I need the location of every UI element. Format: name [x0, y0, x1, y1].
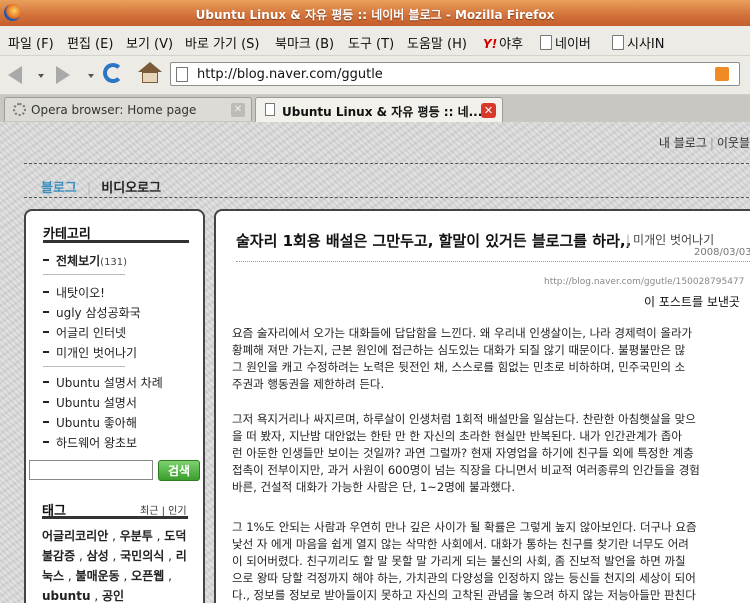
- tab-blog[interactable]: 블로그: [41, 181, 77, 196]
- post-title[interactable]: 술자리 1회용 배설은 그만두고, 할말이 있거든 블로그를 하라,,: [236, 230, 631, 251]
- category-item[interactable]: 내탓이오!: [43, 284, 105, 301]
- tag-link[interactable]: ubuntu: [42, 589, 91, 603]
- menu-view[interactable]: 보기 (V): [126, 33, 173, 52]
- forward-history-chevron-icon[interactable]: [88, 74, 94, 78]
- category-item[interactable]: Ubuntu 설명서 차례: [43, 374, 163, 391]
- site-page-icon: [176, 67, 188, 82]
- tabs-divider: [24, 197, 750, 198]
- category-item[interactable]: Ubuntu 설명서: [43, 394, 137, 411]
- menu-edit[interactable]: 편집 (E): [67, 33, 113, 52]
- window-titlebar: Ubuntu Linux & 자유 평등 :: 네이버 블로그 - Mozill…: [0, 0, 750, 26]
- tag-link[interactable]: 국민의식: [120, 549, 164, 563]
- menu-file[interactable]: 파일 (F): [8, 33, 54, 52]
- tab-ubuntu-blog[interactable]: Ubuntu Linux & 자유 평등 :: 네... ✕: [255, 97, 503, 122]
- window-title: Ubuntu Linux & 자유 평등 :: 네이버 블로그 - Mozill…: [195, 8, 555, 22]
- category-item[interactable]: Ubuntu 좋아해: [43, 414, 137, 431]
- menu-go[interactable]: 바로 가기 (S): [185, 33, 260, 52]
- post-sent-to[interactable]: 이 포스트를 보낸곳: [644, 293, 740, 310]
- blog-search-button[interactable]: 검색: [158, 460, 200, 481]
- header-divider: [24, 163, 750, 164]
- bookmark-sisain[interactable]: 시사IN: [612, 33, 664, 52]
- url-text[interactable]: http://blog.naver.com/ggutle: [197, 67, 383, 82]
- bookmark-naver[interactable]: 네이버: [540, 33, 591, 52]
- menu-bar: 파일 (F) 편집 (E) 보기 (V) 바로 가기 (S) 북마크 (B) 도…: [0, 26, 750, 56]
- tag-link[interactable]: 공인: [102, 589, 124, 603]
- neighbor-blog-link[interactable]: 이웃블: [717, 136, 750, 150]
- category-item[interactable]: ugly 삼성공화국: [43, 304, 141, 321]
- url-bar[interactable]: http://blog.naver.com/ggutle: [170, 62, 740, 86]
- category-all[interactable]: 전체보기(131): [43, 252, 127, 269]
- reload-icon[interactable]: [103, 63, 123, 83]
- tag-link[interactable]: 불매운동: [76, 569, 120, 583]
- category-item[interactable]: 하드웨어 왕초보: [43, 434, 137, 451]
- forward-button[interactable]: [56, 66, 70, 84]
- loading-icon: [13, 103, 26, 116]
- blog-post: 술자리 1회용 배설은 그만두고, 할말이 있거든 블로그를 하라,, | 미개인…: [214, 209, 750, 603]
- tab-bar: Opera browser: Home page ✕ Ubuntu Linux …: [0, 95, 750, 123]
- post-paragraph: 요즘 술자리에서 오가는 대화들에 답답함을 느낀다. 왜 우리내 인생살이는,…: [232, 326, 693, 391]
- link-separator: |: [709, 136, 714, 150]
- blog-search-input[interactable]: [29, 460, 153, 480]
- blog-tabs: 블로그 | 비디오로그: [41, 177, 161, 196]
- menu-tools[interactable]: 도구 (T): [348, 33, 394, 52]
- post-paragraph: 그 1%도 안되는 사람과 우연히 만나 깊은 사이가 될 확률은 그렇게 높지…: [232, 520, 697, 602]
- post-date: 2008/03/03: [694, 247, 750, 258]
- bookmark-yahoo[interactable]: Y! 야후: [483, 33, 523, 52]
- blog-header-links: 내 블로그 | 이웃블: [659, 134, 750, 151]
- page-icon: [612, 35, 624, 50]
- back-button[interactable]: [8, 66, 22, 84]
- tag-link[interactable]: 오픈웹: [131, 569, 164, 583]
- tab-separator: |: [86, 181, 92, 196]
- category-underline: [43, 240, 189, 243]
- tag-link[interactable]: 삼성: [87, 549, 109, 563]
- post-paragraph: 그저 욕지거리나 싸지르며, 하루살이 인생처럼 1회적 배설만을 일삼는다. …: [232, 412, 700, 494]
- my-blog-link[interactable]: 내 블로그: [659, 136, 707, 150]
- tag-underline: [42, 516, 188, 519]
- tab-close-icon[interactable]: ✕: [481, 103, 496, 118]
- tag-link[interactable]: 어글리코리안: [42, 529, 108, 543]
- page-icon: [265, 103, 275, 116]
- tag-sort: 최근 | 인기: [140, 506, 187, 517]
- tab-videolog[interactable]: 비디오로그: [101, 181, 161, 196]
- category-item[interactable]: 미개인 벗어나기: [43, 344, 137, 361]
- tag-link[interactable]: 우분투: [120, 529, 153, 543]
- menu-bookmarks[interactable]: 북마크 (B): [275, 33, 334, 52]
- rss-feed-icon[interactable]: [715, 67, 729, 81]
- home-icon[interactable]: [138, 62, 162, 84]
- post-divider: [236, 261, 750, 262]
- category-item[interactable]: 어글리 인터넷: [43, 324, 126, 341]
- post-category: | 미개인 벗어나기: [626, 233, 715, 247]
- category-separator: [43, 366, 125, 367]
- menu-help[interactable]: 도움말 (H): [407, 33, 467, 52]
- tab-opera[interactable]: Opera browser: Home page ✕: [4, 97, 252, 121]
- tab-close-icon[interactable]: ✕: [231, 103, 245, 117]
- yahoo-logo-icon: Y!: [483, 37, 498, 51]
- post-category-link[interactable]: 미개인 벗어나기: [633, 233, 714, 247]
- web-page: 내 블로그 | 이웃블 블로그 | 비디오로그 카테고리 전체보기(131) 내탓이오!…: [0, 122, 750, 603]
- category-separator: [43, 274, 125, 275]
- back-history-chevron-icon[interactable]: [38, 74, 44, 78]
- post-permalink[interactable]: http://blog.naver.com/ggutle/15002879547…: [544, 277, 744, 287]
- page-icon: [540, 35, 552, 50]
- tag-cloud: 어글리코리안 , 우분투 , 도덕불감증 , 삼성 , 국민의식 , 리눅스 ,…: [42, 529, 187, 603]
